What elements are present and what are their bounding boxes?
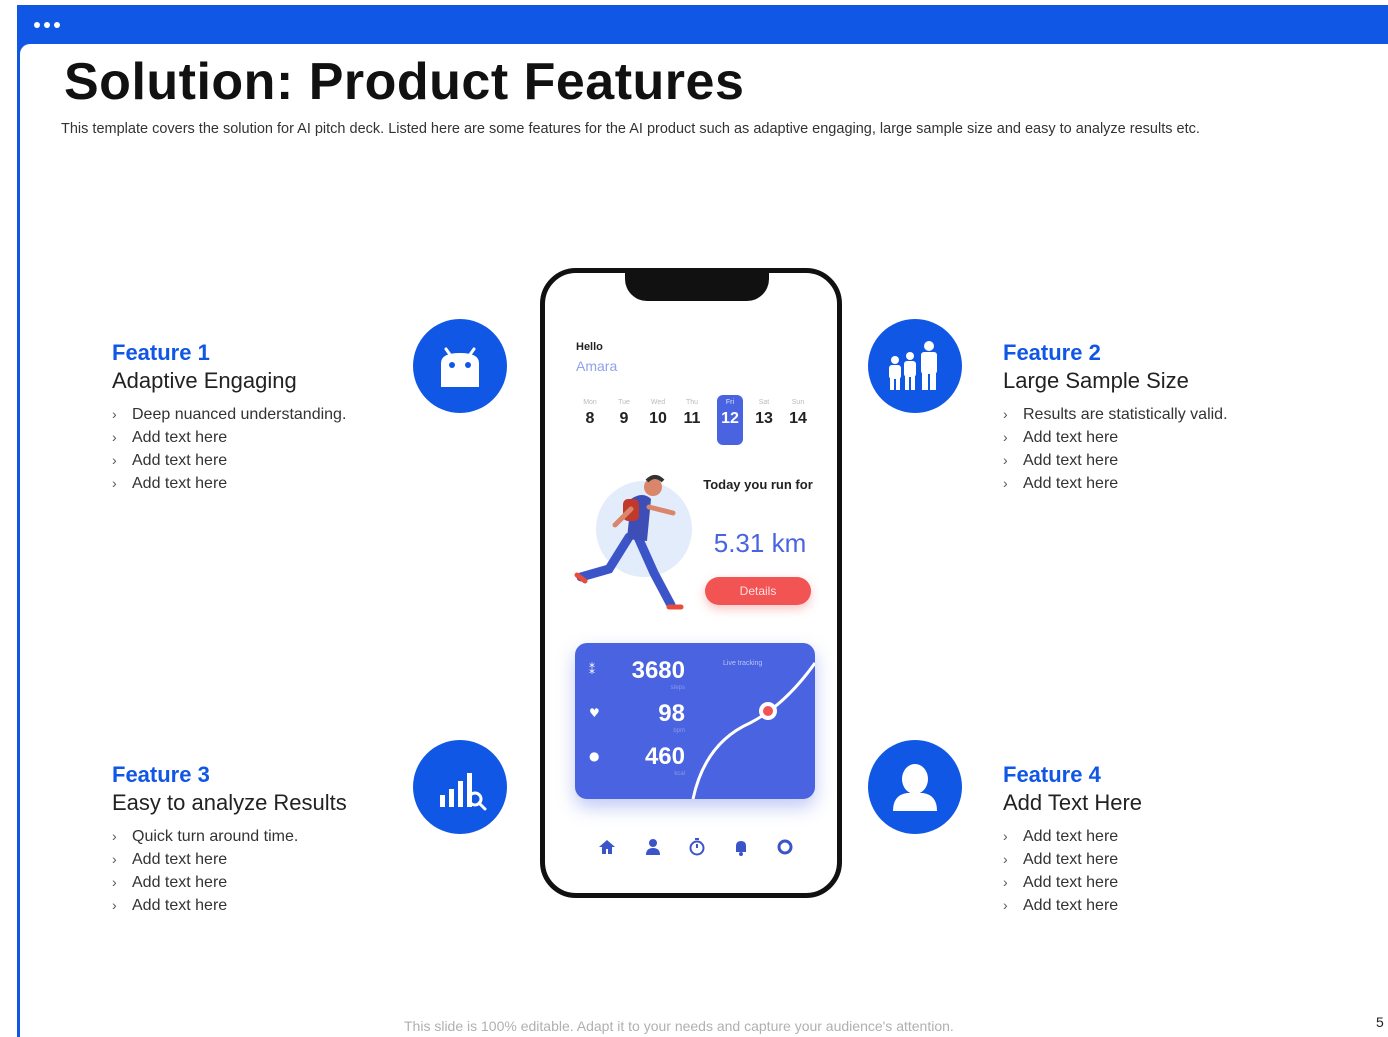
heart-icon: ♥ (589, 706, 600, 720)
feature-subtitle: Add Text Here (1003, 790, 1143, 815)
distance-value: 5.31 km (713, 528, 807, 558)
chevron-right-icon: › (1003, 452, 1008, 468)
android-icon (413, 319, 507, 413)
feature-4: Feature 4 Add Text Here › Add text here ›… (1003, 762, 1303, 920)
stat-row-steps: ⁑ 3680 steps (589, 657, 685, 691)
home-icon[interactable] (597, 837, 617, 857)
feature-title: Feature 2 (1003, 340, 1101, 365)
user-name: Amara (576, 358, 618, 374)
bullet-item: › Add text here (112, 851, 228, 868)
bullet-item: › Add text here (1003, 828, 1119, 845)
chevron-right-icon: › (112, 406, 117, 422)
feature-bullets: › Quick turn around time. › Add text here … (112, 828, 412, 920)
chevron-right-icon: › (1003, 475, 1008, 491)
feature-title: Feature 4 (1003, 762, 1101, 787)
bullet-item: › Add text here (112, 897, 228, 914)
week-calendar: Mon 8 Tue 9 Wed 10 Thu 11 Fri 12 Sat 13 … (575, 395, 815, 445)
feature-title: Feature 1 (112, 340, 210, 365)
bullet-item: › Add text here (1003, 429, 1119, 446)
feature-bullets: › Deep nuanced understanding. › Add text h… (112, 406, 412, 498)
chevron-right-icon: › (1003, 828, 1008, 844)
chevron-right-icon: › (1003, 874, 1008, 890)
profile-icon[interactable] (643, 837, 663, 857)
bullet-item: › Quick turn around time. (112, 828, 299, 845)
slide-title: Solution: Product Features (64, 53, 745, 111)
run-label: Today you run for (703, 477, 813, 492)
bullet-item: › Results are statistically valid. (1003, 406, 1228, 423)
feature-3: Feature 3 Easy to analyze Results › Quick… (112, 762, 412, 920)
bullet-item: › Add text here (112, 429, 228, 446)
bullet-item: › Add text here (1003, 874, 1119, 891)
feature-subtitle: Adaptive Engaging (112, 368, 297, 393)
timer-icon[interactable] (687, 837, 707, 857)
bullet-item: › Add text here (112, 874, 228, 891)
footsteps-icon: ⁑ (589, 663, 595, 677)
drop-icon: ● (589, 749, 600, 763)
chevron-right-icon: › (112, 452, 117, 468)
page-number: 5 (1376, 1014, 1384, 1030)
chevron-right-icon: › (112, 897, 117, 913)
bullet-item: › Add text here (1003, 475, 1119, 492)
user-icon (868, 740, 962, 834)
day-wed[interactable]: Wed 10 (643, 399, 673, 428)
bullet-item: › Add text here (1003, 452, 1119, 469)
runner-illustration (574, 475, 692, 610)
day-tue[interactable]: Tue 9 (609, 399, 639, 428)
chevron-right-icon: › (112, 851, 117, 867)
chevron-right-icon: › (1003, 897, 1008, 913)
day-sun[interactable]: Sun 14 (783, 399, 813, 428)
bullet-item: › Add text here (1003, 851, 1119, 868)
phone-notch (625, 271, 769, 301)
feature-2: Feature 2 Large Sample Size › Results are… (1003, 340, 1303, 498)
greeting: Hello (576, 341, 603, 353)
chevron-right-icon: › (1003, 851, 1008, 867)
notification-icon[interactable] (731, 837, 751, 857)
live-tracking-label: Live tracking (723, 660, 763, 667)
feature-title: Feature 3 (112, 762, 210, 787)
chevron-right-icon: › (1003, 429, 1008, 445)
day-sat[interactable]: Sat 13 (749, 399, 779, 428)
chevron-right-icon: › (112, 874, 117, 890)
day-fri[interactable]: Fri 12 (715, 399, 745, 428)
bullet-item: › Add text here (1003, 897, 1119, 914)
details-button[interactable]: Details (705, 577, 811, 605)
day-mon[interactable]: Mon 8 (575, 399, 605, 428)
stats-card: Live tracking ⁑ 3680 steps ♥ 98 bpm ● 46… (575, 643, 815, 799)
feature-bullets: › Add text here › Add text here › Add text … (1003, 828, 1303, 920)
feature-1: Feature 1 Adaptive Engaging › Deep nuance… (112, 340, 412, 498)
bullet-item: › Add text here (112, 452, 228, 469)
feature-bullets: › Results are statistically valid. › Add t… (1003, 406, 1303, 498)
chart-search-icon (413, 740, 507, 834)
chevron-right-icon: › (1003, 406, 1008, 422)
bullet-item: › Add text here (112, 475, 228, 492)
more-options-icon[interactable] (34, 22, 60, 28)
phone-mockup: Hello Amara Mon 8 Tue 9 Wed 10 Thu 11 Fr… (540, 268, 842, 898)
bullet-item: › Deep nuanced understanding. (112, 406, 347, 423)
slide-footer: This slide is 100% editable. Adapt it to… (404, 1018, 954, 1034)
family-icon (868, 319, 962, 413)
stat-row-calories: ● 460 kcal (589, 743, 685, 777)
bottom-nav (593, 835, 793, 859)
chevron-right-icon: › (112, 828, 117, 844)
day-thu[interactable]: Thu 11 (677, 399, 707, 428)
stat-row-heart: ♥ 98 bpm (589, 700, 685, 734)
settings-icon[interactable] (775, 837, 795, 857)
feature-subtitle: Large Sample Size (1003, 368, 1189, 393)
slide-subtitle: This template covers the solution for AI… (61, 121, 1200, 137)
chevron-right-icon: › (112, 475, 117, 491)
chevron-right-icon: › (112, 429, 117, 445)
feature-subtitle: Easy to analyze Results (112, 790, 347, 815)
